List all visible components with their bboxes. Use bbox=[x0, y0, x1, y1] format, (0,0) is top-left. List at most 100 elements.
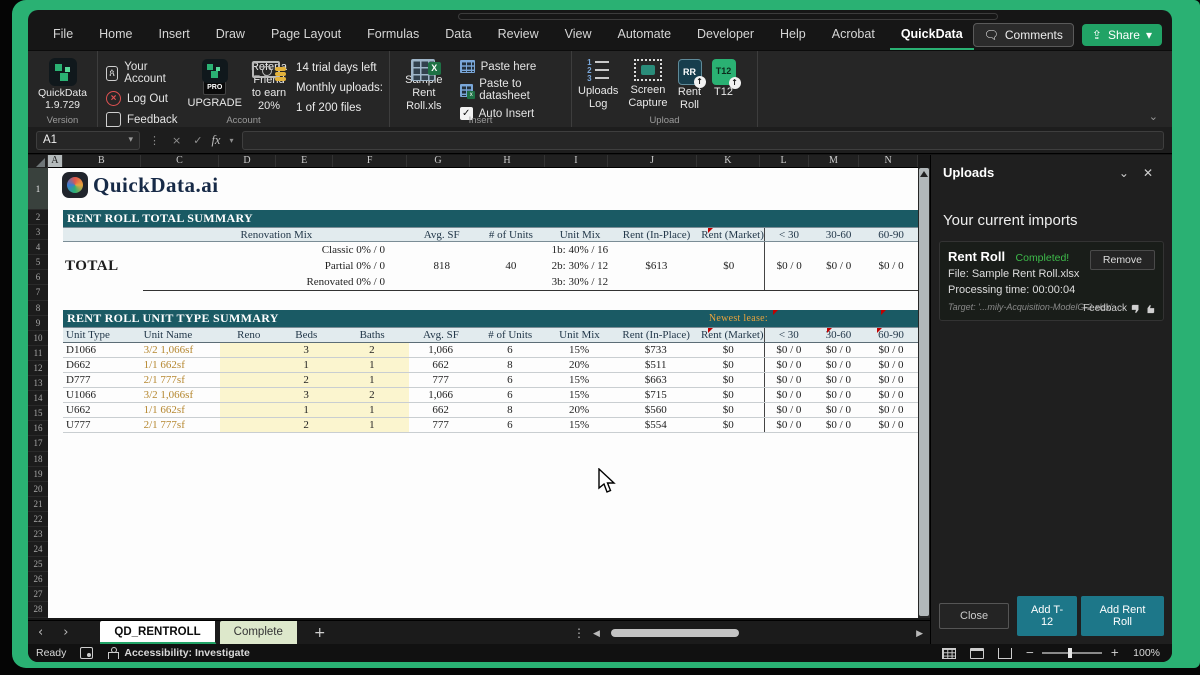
menu-tab[interactable]: Draw bbox=[205, 21, 256, 50]
refer-friend-button[interactable]: Refer a Friend to earn 20% bbox=[250, 56, 288, 113]
row-header[interactable]: 2 bbox=[28, 210, 48, 225]
quickdata-logo-icon[interactable] bbox=[49, 58, 77, 86]
column-header[interactable]: D bbox=[219, 155, 276, 168]
horizontal-scrollbar-thumb[interactable] bbox=[611, 629, 739, 637]
menu-tab[interactable]: Page Layout bbox=[260, 21, 352, 50]
cell[interactable]: U777 bbox=[63, 418, 142, 432]
cell[interactable]: 15% bbox=[547, 388, 611, 402]
row-header[interactable]: 23 bbox=[28, 527, 48, 542]
cell[interactable]: 6 bbox=[473, 343, 548, 357]
cell[interactable] bbox=[220, 373, 277, 387]
cell[interactable] bbox=[220, 343, 277, 357]
cell[interactable]: D1066 bbox=[63, 343, 142, 357]
row-header[interactable]: 14 bbox=[28, 391, 48, 406]
cell[interactable]: $0 / 0 bbox=[864, 388, 918, 402]
row-header[interactable]: 1 bbox=[28, 168, 48, 210]
column-header[interactable]: K bbox=[697, 155, 760, 168]
header-cell[interactable]: Baths bbox=[335, 328, 409, 342]
cell[interactable]: $0 / 0 bbox=[764, 418, 813, 432]
cell[interactable]: 8 bbox=[473, 358, 548, 372]
cell[interactable]: $0 / 0 bbox=[764, 343, 813, 357]
normal-view-icon[interactable] bbox=[942, 648, 956, 659]
thumbs-down-icon[interactable] bbox=[1131, 304, 1141, 314]
cell[interactable] bbox=[813, 274, 864, 290]
row-header[interactable]: 8 bbox=[28, 301, 48, 316]
cell[interactable]: $0 / 0 bbox=[864, 258, 918, 274]
cell[interactable]: $0 bbox=[700, 403, 763, 417]
cell[interactable]: 1,066 bbox=[409, 388, 473, 402]
cell[interactable] bbox=[220, 418, 277, 432]
total-label-cell[interactable]: TOTAL bbox=[65, 242, 145, 290]
cell[interactable]: 8 bbox=[473, 403, 548, 417]
cell[interactable]: 3/2 1,066sf bbox=[142, 388, 221, 402]
cell[interactable]: 1 bbox=[277, 358, 335, 372]
cell[interactable] bbox=[864, 242, 918, 258]
row-header[interactable]: 22 bbox=[28, 512, 48, 527]
cell[interactable]: 777 bbox=[409, 418, 473, 432]
row-header[interactable]: 25 bbox=[28, 557, 48, 572]
row-header[interactable]: 4 bbox=[28, 240, 48, 255]
cell[interactable]: 662 bbox=[409, 403, 473, 417]
cell[interactable]: 818 bbox=[410, 258, 474, 274]
header-cell[interactable]: Avg. SF bbox=[410, 228, 474, 241]
cell[interactable]: $0 / 0 bbox=[764, 258, 813, 274]
scroll-up-icon[interactable] bbox=[920, 171, 928, 177]
prev-sheet-icon[interactable]: ‹ bbox=[28, 625, 53, 640]
header-cell[interactable]: Unit Mix bbox=[548, 328, 612, 342]
cell[interactable]: 1b: 40% / 16 bbox=[548, 242, 612, 258]
cell[interactable]: 2/1 777sf bbox=[142, 418, 221, 432]
row-header[interactable]: 3 bbox=[28, 225, 48, 240]
cell[interactable]: 15% bbox=[547, 373, 611, 387]
cancel-icon[interactable]: × bbox=[169, 134, 184, 147]
column-header[interactable]: N bbox=[859, 155, 918, 168]
header-cell[interactable]: Beds bbox=[277, 328, 335, 342]
vertical-scrollbar[interactable] bbox=[918, 168, 930, 618]
name-box[interactable]: A1 ▾ bbox=[36, 131, 140, 150]
menu-tab[interactable]: View bbox=[554, 21, 603, 50]
paste-to-datasheet-button[interactable]: x Paste to datasheet bbox=[460, 78, 565, 102]
cell[interactable]: 40 bbox=[474, 258, 548, 274]
your-account-button[interactable]: ጰ Your Account bbox=[104, 60, 180, 86]
column-header[interactable]: J bbox=[608, 155, 697, 168]
header-cell[interactable]: 60-90 bbox=[864, 328, 918, 342]
header-cell[interactable]: < 30 bbox=[764, 228, 813, 241]
cell[interactable]: $511 bbox=[611, 358, 700, 372]
header-cell[interactable]: Unit Mix bbox=[548, 228, 612, 241]
paste-here-button[interactable]: Paste here bbox=[460, 60, 565, 73]
cell[interactable]: 2b: 30% / 12 bbox=[548, 258, 612, 274]
close-button[interactable]: Close bbox=[939, 603, 1009, 629]
cell[interactable]: 1 bbox=[335, 358, 409, 372]
menu-tab[interactable]: QuickData bbox=[890, 21, 974, 50]
row-header[interactable]: 18 bbox=[28, 452, 48, 467]
cell[interactable]: 2 bbox=[277, 373, 335, 387]
cell[interactable] bbox=[612, 274, 701, 290]
add-sheet-icon[interactable]: + bbox=[302, 625, 338, 641]
comments-button[interactable]: 🗨 Comments bbox=[973, 23, 1074, 47]
cell[interactable]: 662 bbox=[409, 358, 473, 372]
cell[interactable] bbox=[474, 242, 548, 258]
row-header[interactable]: 9 bbox=[28, 316, 48, 331]
cell[interactable]: 6 bbox=[473, 418, 548, 432]
cell[interactable]: $0 / 0 bbox=[813, 388, 864, 402]
cell[interactable]: Classic 0% / 0 bbox=[143, 242, 410, 258]
column-header[interactable]: I bbox=[545, 155, 609, 168]
row-header[interactable]: 24 bbox=[28, 542, 48, 557]
cell[interactable] bbox=[220, 358, 277, 372]
column-header[interactable]: E bbox=[276, 155, 334, 168]
row-header[interactable]: 10 bbox=[28, 331, 48, 346]
cell[interactable]: $0 / 0 bbox=[813, 403, 864, 417]
cell[interactable]: 1 bbox=[335, 373, 409, 387]
cell[interactable]: 1 bbox=[277, 403, 335, 417]
header-cell[interactable]: 30-60 bbox=[813, 228, 864, 241]
row-header[interactable]: 17 bbox=[28, 436, 48, 451]
zoom-slider[interactable]: − + bbox=[1026, 647, 1120, 659]
cell[interactable]: $0 / 0 bbox=[764, 388, 813, 402]
cell[interactable]: 1/1 662sf bbox=[142, 358, 221, 372]
close-icon[interactable]: ✕ bbox=[1136, 166, 1160, 180]
header-cell[interactable]: Renovation Mix bbox=[143, 228, 410, 241]
cell[interactable]: $0 / 0 bbox=[864, 403, 918, 417]
menu-tab[interactable]: Help bbox=[769, 21, 817, 50]
zoom-in-icon[interactable]: + bbox=[1110, 647, 1119, 659]
cell[interactable]: U662 bbox=[63, 403, 142, 417]
cell[interactable]: $0 bbox=[700, 388, 763, 402]
